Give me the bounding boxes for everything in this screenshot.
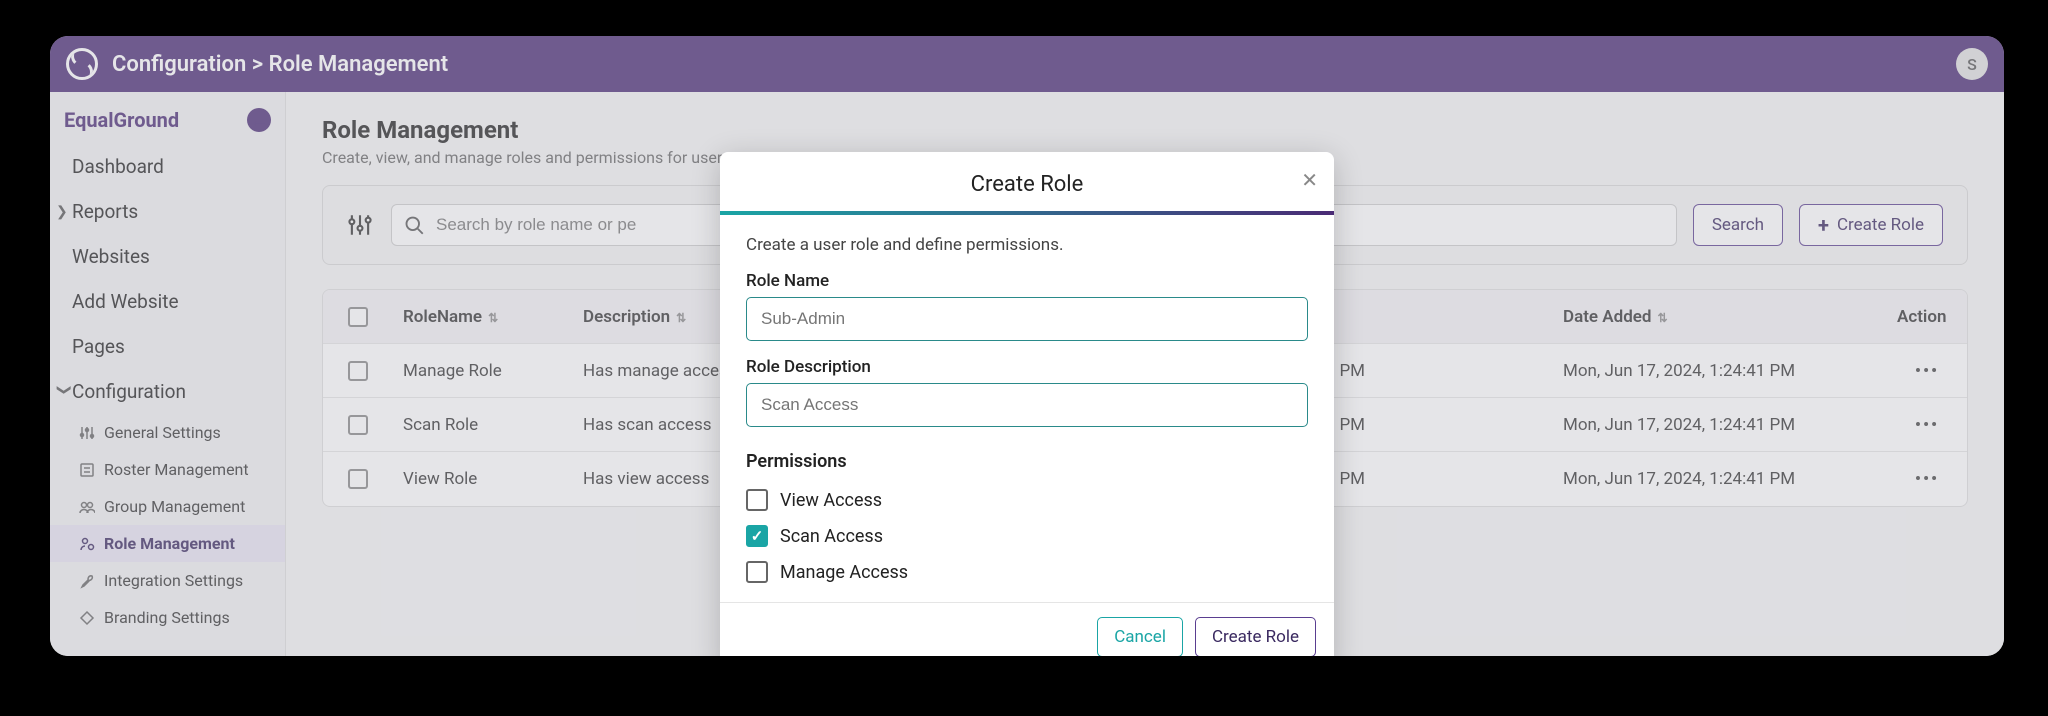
modal-title: Create Role [744,172,1310,197]
permission-view-access[interactable]: View Access [746,482,1308,518]
button-label: Cancel [1114,627,1166,647]
permission-manage-access[interactable]: Manage Access [746,554,1308,590]
app-window: Configuration > Role Management S EqualG… [50,36,2004,656]
permission-label: View Access [780,490,882,511]
permission-label: Manage Access [780,562,908,583]
checkbox-icon[interactable] [746,561,768,583]
role-desc-input[interactable] [746,383,1308,427]
button-label: Create Role [1212,627,1299,647]
modal-description: Create a user role and define permission… [746,235,1308,255]
create-role-modal: Create Role ✕ Create a user role and def… [720,152,1334,656]
close-icon[interactable]: ✕ [1301,168,1318,192]
permissions-heading: Permissions [746,451,1308,472]
role-desc-label: Role Description [746,357,1308,377]
create-role-submit-button[interactable]: Create Role [1195,617,1316,656]
role-name-label: Role Name [746,271,1308,291]
permission-label: Scan Access [780,526,883,547]
cancel-button[interactable]: Cancel [1097,617,1183,656]
checkbox-icon[interactable] [746,489,768,511]
permission-scan-access[interactable]: ✓ Scan Access [746,518,1308,554]
checkbox-checked-icon[interactable]: ✓ [746,525,768,547]
role-name-input[interactable] [746,297,1308,341]
